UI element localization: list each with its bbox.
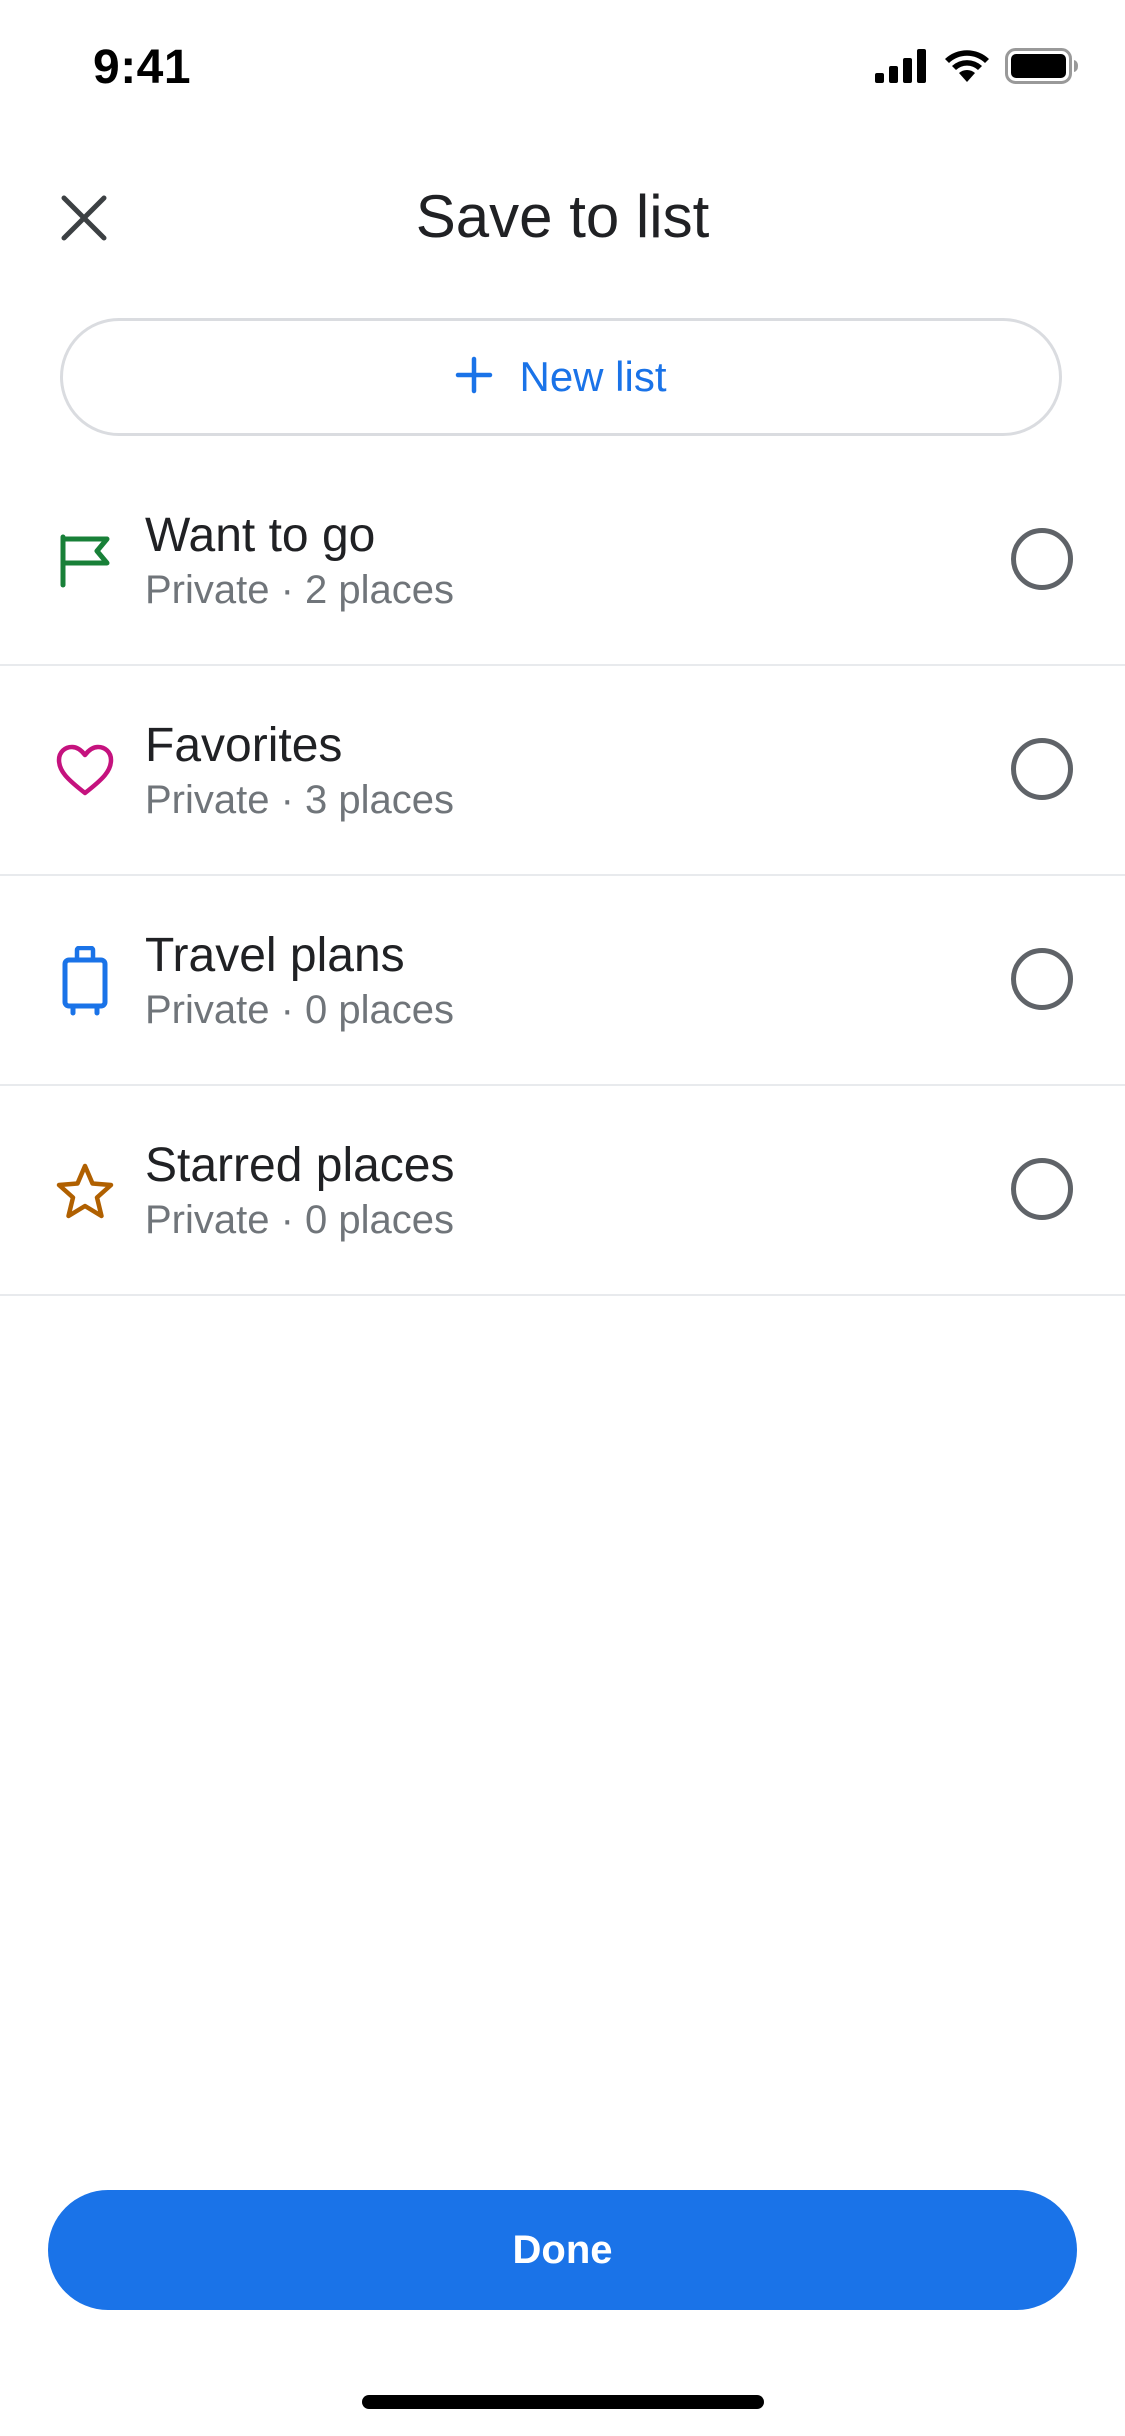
list-item-favorites[interactable]: Favorites Private · 3 places [0, 666, 1125, 876]
done-label: Done [512, 2227, 613, 2272]
list-item-radio[interactable] [1011, 738, 1073, 800]
heart-icon [50, 736, 120, 806]
wifi-icon [943, 48, 991, 89]
suitcase-icon [50, 946, 120, 1016]
status-icons [875, 48, 1079, 89]
list-item-title: Favorites [145, 719, 343, 772]
list-item-radio[interactable] [1011, 528, 1073, 590]
list-item-title: Starred places [145, 1139, 455, 1192]
battery-icon [1005, 48, 1079, 89]
list-item-title: Want to go [145, 509, 376, 562]
plus-icon [455, 356, 493, 399]
list-item-want-to-go[interactable]: Want to go Private · 2 places [0, 456, 1125, 666]
list-item-subtitle: Private · 0 places [145, 1198, 455, 1242]
status-bar: 9:41 [0, 0, 1125, 140]
list-item-starred-places[interactable]: Starred places Private · 0 places [0, 1086, 1125, 1296]
list-item-title: Travel plans [145, 929, 405, 982]
flag-icon [50, 526, 120, 596]
list-item-subtitle: Private · 2 places [145, 568, 455, 612]
home-indicator[interactable] [362, 2395, 764, 2409]
saved-lists: Want to go Private · 2 places Favorites … [0, 456, 1125, 1296]
new-list-label: New list [519, 353, 667, 400]
list-item-subtitle: Private · 0 places [145, 988, 455, 1032]
done-button[interactable]: Done [48, 2190, 1077, 2310]
cellular-signal-icon [875, 49, 929, 88]
status-time: 9:41 [93, 41, 192, 94]
new-list-button[interactable]: New list [60, 318, 1062, 436]
header: Save to list [0, 160, 1125, 270]
list-item-travel-plans[interactable]: Travel plans Private · 0 places [0, 876, 1125, 1086]
star-icon [50, 1156, 120, 1226]
list-item-radio[interactable] [1011, 1158, 1073, 1220]
list-item-subtitle: Private · 3 places [145, 778, 455, 822]
page-title: Save to list [415, 183, 710, 250]
list-item-radio[interactable] [1011, 948, 1073, 1010]
